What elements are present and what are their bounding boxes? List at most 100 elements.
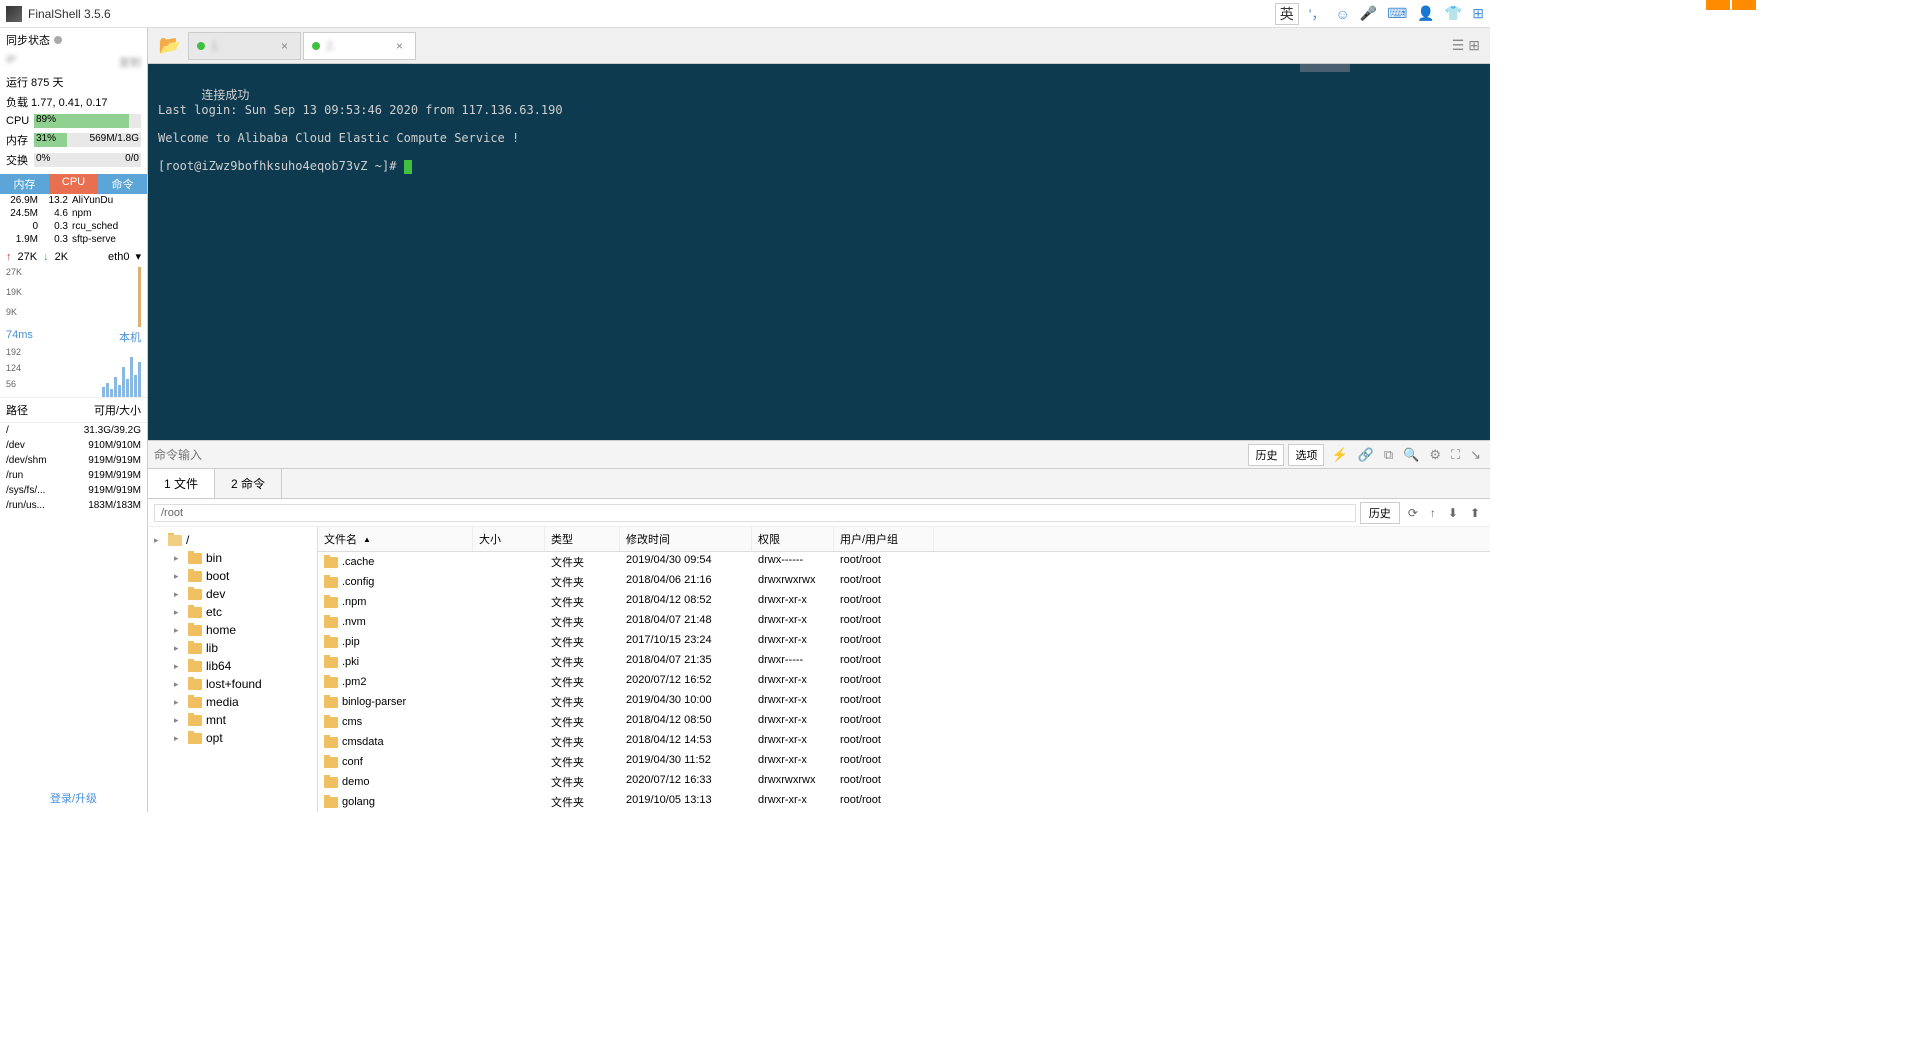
tree-item[interactable]: ▸ mnt — [148, 711, 317, 729]
download-icon[interactable]: ⬇ — [1444, 506, 1462, 520]
upload-icon[interactable]: ⬆ — [1466, 506, 1484, 520]
file-table-header: 文件名▲ 大小 类型 修改时间 权限 用户/用户组 — [318, 527, 1490, 552]
col-user[interactable]: 用户/用户组 — [834, 527, 934, 551]
tab-commands[interactable]: 2 命令 — [215, 469, 282, 498]
expand-icon[interactable]: ▸ — [174, 625, 184, 636]
path-input[interactable] — [154, 504, 1356, 522]
disk-row[interactable]: /sys/fs/... 919M/919M — [0, 483, 147, 498]
close-icon[interactable]: × — [392, 39, 407, 53]
tree-item[interactable]: ▸ boot — [148, 567, 317, 585]
expand-icon[interactable]: ▸ — [174, 715, 184, 726]
path-history-button[interactable]: 历史 — [1360, 502, 1400, 524]
refresh-icon[interactable]: ⟳ — [1404, 506, 1422, 520]
process-row[interactable]: 24.5M 4.6 npm — [0, 207, 147, 220]
process-row[interactable]: 0 0.3 rcu_sched — [0, 220, 147, 233]
close-icon[interactable]: × — [277, 39, 292, 53]
file-row[interactable]: .cache 文件夹 2019/04/30 09:54 drwx------ r… — [318, 552, 1490, 572]
file-row[interactable]: cmsdata 文件夹 2018/04/12 14:53 drwxr-xr-x … — [318, 732, 1490, 752]
shirt-icon[interactable]: 👕 — [1445, 5, 1462, 22]
process-row[interactable]: 1.9M 0.3 sftp-serve — [0, 233, 147, 246]
gear-icon[interactable]: ⚙ — [1426, 447, 1444, 463]
terminal[interactable]: 连接成功 Last login: Sun Sep 13 09:53:46 202… — [148, 64, 1490, 440]
connection-tab-1[interactable]: 1. × — [188, 32, 301, 60]
disk-row[interactable]: /dev 910M/910M — [0, 438, 147, 453]
disk-row[interactable]: / 31.3G/39.2G — [0, 423, 147, 438]
file-row[interactable]: binlog-parser 文件夹 2019/04/30 10:00 drwxr… — [318, 692, 1490, 712]
emoji-icon[interactable]: ☺ — [1335, 6, 1349, 22]
tab-cmd[interactable]: 命令 — [98, 174, 147, 194]
user-icon[interactable]: 👤 — [1417, 5, 1434, 22]
expand-icon[interactable]: ▸ — [174, 643, 184, 654]
tab-mem[interactable]: 内存 — [0, 174, 49, 194]
tree-item[interactable]: ▸ opt — [148, 729, 317, 747]
expand-icon[interactable]: ▸ — [174, 589, 184, 600]
expand-icon[interactable]: ▸ — [174, 733, 184, 744]
file-row[interactable]: .pm2 文件夹 2020/07/12 16:52 drwxr-xr-x roo… — [318, 672, 1490, 692]
search-icon[interactable]: 🔍 — [1400, 447, 1422, 463]
tree-item[interactable]: ▸ lost+found — [148, 675, 317, 693]
tree-item[interactable]: ▸ lib64 — [148, 657, 317, 675]
tree-item[interactable]: ▸ home — [148, 621, 317, 639]
open-folder-button[interactable]: 📂 — [152, 32, 188, 60]
tree-item[interactable]: ▸ bin — [148, 549, 317, 567]
connection-tab-2[interactable]: 2. × — [303, 32, 416, 60]
file-row[interactable]: cms 文件夹 2018/04/12 08:50 drwxr-xr-x root… — [318, 712, 1490, 732]
disk-row[interactable]: /run/us... 183M/183M — [0, 498, 147, 513]
copy-button[interactable]: 复制 — [119, 54, 141, 70]
expand-icon[interactable]: ▸ — [174, 571, 184, 582]
file-row[interactable]: .config 文件夹 2018/04/06 21:16 drwxrwxrwx … — [318, 572, 1490, 592]
keyboard-icon[interactable]: ⌨ — [1387, 5, 1407, 22]
up-icon[interactable]: ↑ — [1426, 506, 1440, 520]
file-row[interactable]: .pki 文件夹 2018/04/07 21:35 drwxr----- roo… — [318, 652, 1490, 672]
disk-row[interactable]: /run 919M/919M — [0, 468, 147, 483]
col-size[interactable]: 大小 — [473, 527, 545, 551]
copy-icon[interactable]: ⧉ — [1381, 447, 1396, 463]
tree-item[interactable]: ▸ etc — [148, 603, 317, 621]
terminal-handle[interactable] — [1300, 64, 1350, 72]
col-name[interactable]: 文件名▲ — [318, 527, 473, 551]
folder-icon — [324, 717, 338, 728]
login-upgrade-button[interactable]: 登录/升级 — [0, 784, 147, 812]
expand-icon[interactable]: ▸ — [174, 553, 184, 564]
mic-icon[interactable]: 🎤 — [1360, 5, 1377, 22]
grid-view-icon[interactable]: ⊞ — [1468, 37, 1480, 54]
expand-icon[interactable]: ▸ — [174, 607, 184, 618]
tab-cpu[interactable]: CPU — [49, 174, 98, 194]
tab-files[interactable]: 1 文件 — [148, 469, 215, 498]
iface-label[interactable]: eth0 — [108, 251, 129, 263]
process-table: 26.9M 13.2 AliYunDu 24.5M 4.6 npm 0 0.3 … — [0, 194, 147, 246]
file-row[interactable]: .npm 文件夹 2018/04/12 08:52 drwxr-xr-x roo… — [318, 592, 1490, 612]
file-row[interactable]: conf 文件夹 2019/04/30 11:52 drwxr-xr-x roo… — [318, 752, 1490, 772]
chevron-down-icon[interactable]: ▾ — [135, 250, 141, 263]
ime-icon[interactable]: '， — [1309, 4, 1326, 24]
tree-root[interactable]: ▸ / — [148, 531, 317, 549]
options-button[interactable]: 选项 — [1288, 444, 1324, 466]
link-icon[interactable]: 🔗 — [1355, 447, 1377, 463]
disk-row[interactable]: /dev/shm 919M/919M — [0, 453, 147, 468]
ping-host[interactable]: 本机 — [119, 329, 141, 345]
file-row[interactable]: .nvm 文件夹 2018/04/07 21:48 drwxr-xr-x roo… — [318, 612, 1490, 632]
col-type[interactable]: 类型 — [545, 527, 620, 551]
expand-icon[interactable]: ⛶ — [1448, 447, 1463, 463]
file-row[interactable]: demo 文件夹 2020/07/12 16:33 drwxrwxrwx roo… — [318, 772, 1490, 792]
expand-icon[interactable]: ▸ — [174, 697, 184, 708]
file-row[interactable]: .pip 文件夹 2017/10/15 23:24 drwxr-xr-x roo… — [318, 632, 1490, 652]
expand-icon[interactable]: ▸ — [174, 679, 184, 690]
file-table: 文件名▲ 大小 类型 修改时间 权限 用户/用户组 .cache 文件夹 201… — [318, 527, 1490, 812]
tree-item[interactable]: ▸ dev — [148, 585, 317, 603]
list-view-icon[interactable]: ☰ — [1452, 37, 1465, 54]
col-date[interactable]: 修改时间 — [620, 527, 752, 551]
history-button[interactable]: 历史 — [1248, 444, 1284, 466]
process-row[interactable]: 26.9M 13.2 AliYunDu — [0, 194, 147, 207]
grid-icon[interactable]: ⊞ — [1472, 5, 1484, 22]
command-input[interactable] — [154, 448, 1248, 462]
bolt-icon[interactable]: ⚡ — [1328, 447, 1350, 463]
expand-icon[interactable]: ▸ — [174, 661, 184, 672]
collapse-icon[interactable]: ↘ — [1467, 447, 1484, 463]
col-perm[interactable]: 权限 — [752, 527, 834, 551]
tree-item[interactable]: ▸ lib — [148, 639, 317, 657]
expand-icon[interactable]: ▸ — [154, 535, 164, 546]
file-row[interactable]: golang 文件夹 2019/10/05 13:13 drwxr-xr-x r… — [318, 792, 1490, 812]
language-badge[interactable]: 英 — [1275, 3, 1299, 25]
tree-item[interactable]: ▸ media — [148, 693, 317, 711]
